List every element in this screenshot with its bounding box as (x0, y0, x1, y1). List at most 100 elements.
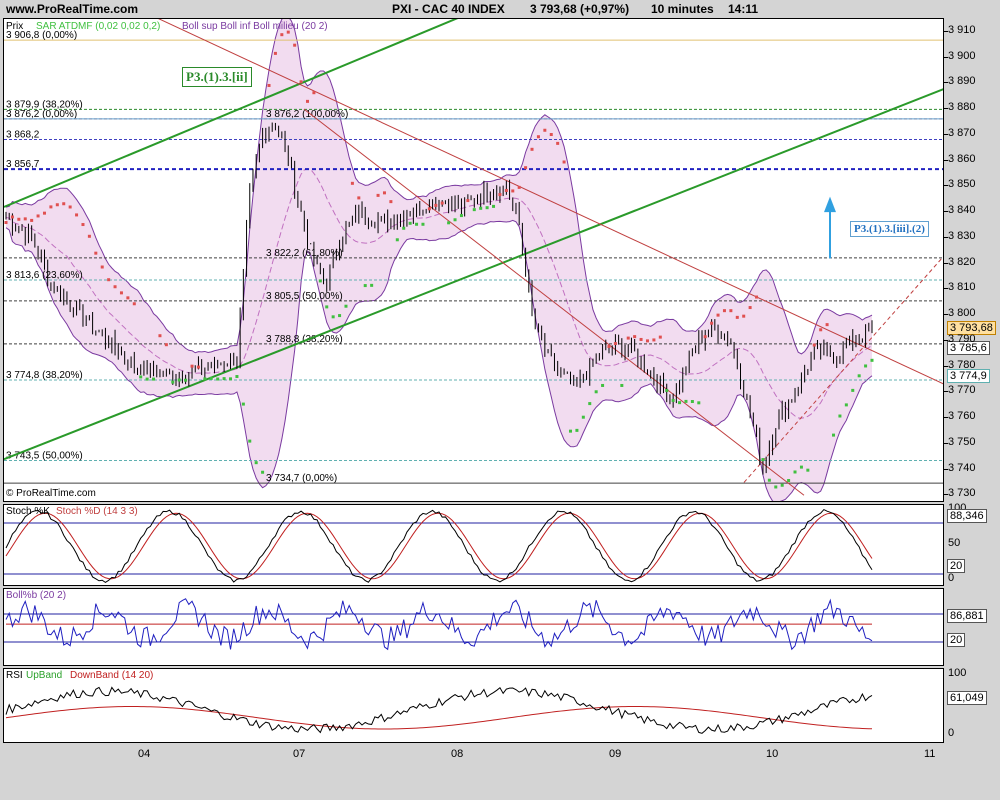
sar-dot (556, 141, 560, 145)
sar-dot (838, 414, 842, 418)
rsi-tick-0: 0 (948, 727, 955, 739)
sar-dot (241, 402, 245, 406)
sar-dot (787, 479, 791, 483)
sar-dot (492, 204, 496, 208)
site-name[interactable]: www.ProRealTime.com (6, 2, 138, 16)
sar-dot (68, 205, 72, 209)
price-label: Prix (6, 21, 24, 32)
sar-dot (767, 478, 771, 482)
x-tick-07: 07 (293, 748, 306, 760)
sar-dot (678, 401, 682, 405)
stochastic-chart[interactable] (4, 505, 944, 586)
bollinger-band-fill (6, 19, 872, 501)
level-label: 3 734,7 (0,00%) (266, 473, 337, 484)
sar-dot (30, 218, 34, 222)
sar-dot (87, 234, 91, 238)
sar-dot (75, 213, 79, 217)
timeframe[interactable]: 10 minutes (651, 2, 714, 16)
sar-dot (107, 278, 111, 282)
price-panel[interactable]: 3 906,8 (0,00%) 3 879,9 (38,20%) 3 876,2 (… (3, 18, 944, 502)
sar-dot (421, 222, 425, 226)
sar-dot (389, 200, 393, 204)
rsi-panel[interactable]: RSI UpBand DownBand (14 20) (3, 668, 944, 743)
sar-dot (248, 439, 252, 443)
sar-dot (626, 336, 630, 340)
sar-dot (511, 189, 515, 193)
sar-dot (312, 91, 316, 95)
sar-dot (716, 313, 720, 317)
bollinger-b-chart[interactable] (4, 589, 944, 666)
price-tick-label: 3 850 (948, 178, 976, 191)
sar-dot (261, 470, 265, 474)
sar-dot (164, 343, 168, 347)
price-tick-mark (944, 133, 948, 135)
bollinger-legend: Boll sup Boll inf Boll milieu (20 2) (182, 21, 328, 32)
target-arrow-head (824, 196, 836, 213)
sar-dot (325, 305, 329, 309)
sar-dot (434, 203, 438, 207)
clock-time: 14:11 (728, 2, 759, 16)
sar-dot (639, 337, 643, 341)
sar-dot (613, 342, 617, 346)
level-label: 3 813,6 (23,60%) (6, 270, 83, 281)
price-tick-mark (944, 314, 948, 316)
x-tick-10: 10 (766, 748, 779, 760)
sar-dot (581, 415, 585, 419)
sar-dot (158, 334, 162, 338)
sar-dot (132, 302, 136, 306)
sar-dot (620, 383, 624, 387)
sar-dot (832, 433, 836, 437)
last-price: 3 793,68 (+0,97%) (530, 2, 630, 16)
sar-dot (543, 128, 547, 132)
sar-dot (536, 135, 540, 139)
wave-label-iii-2: P3.(1).3.[iii].(2) (850, 221, 929, 237)
price-chart[interactable]: 3 906,8 (0,00%)3 879,9 (38,20%)3 876,2 (… (4, 19, 944, 502)
sar-dot (844, 403, 848, 407)
stochastic-panel[interactable]: Stoch %K Stoch %D (14 3 3) (3, 504, 944, 586)
sar-dot (466, 199, 470, 203)
level-label: 3 743,5 (50,00%) (6, 451, 83, 462)
rsi-title: RSI (6, 670, 23, 681)
sar-legend: SAR ATDMF (0,02 0,02 0,2) (36, 21, 161, 32)
sar-dot (209, 376, 213, 380)
sar-dot (594, 390, 598, 394)
price-tick-label: 3 890 (948, 75, 976, 88)
sar-dot (671, 398, 675, 402)
sar-dot (665, 388, 669, 392)
sar-dot (254, 461, 258, 465)
sar-dot (658, 335, 662, 339)
sar-dot (267, 83, 271, 87)
sar-dot (305, 99, 309, 103)
sar-dot (119, 291, 123, 295)
stoch-line-a (5, 508, 873, 583)
wave-label-ii: P3.(1).3.[ii] (182, 67, 252, 87)
sar-dot (100, 265, 104, 269)
sar-dot (408, 221, 412, 225)
sar-dot (459, 214, 463, 218)
sar-dot (575, 428, 579, 432)
price-tick-mark (944, 30, 948, 32)
sar-dot (382, 191, 386, 195)
sar-dot (318, 279, 322, 283)
price-tick-mark (944, 468, 948, 470)
sar-dot (126, 296, 130, 300)
stoch-level-tag: 20 (947, 559, 966, 573)
sar-dot (344, 304, 348, 308)
bollinger-b-panel[interactable]: Boll%b (20 2) (3, 588, 944, 666)
sar-dot (152, 377, 156, 381)
sar-dot (203, 377, 207, 381)
sar-dot (799, 465, 803, 469)
stoch-tick-50: 50 (948, 537, 961, 549)
price-tick-mark (944, 288, 948, 290)
price-tick-mark (944, 185, 948, 187)
instrument-name: PXI - CAC 40 INDEX (392, 2, 505, 16)
price-tick-label: 3 750 (948, 435, 976, 448)
x-tick-11: 11 (924, 748, 936, 760)
rsi-downband-title: DownBand (14 20) (70, 670, 154, 681)
sar-dot (819, 328, 823, 332)
sar-dot (273, 51, 277, 55)
price-tick-label: 3 760 (948, 410, 976, 423)
price-tick-label: 3 770 (948, 384, 976, 397)
sar-dot (735, 315, 739, 319)
stoch-tick-0: 0 (948, 572, 955, 584)
